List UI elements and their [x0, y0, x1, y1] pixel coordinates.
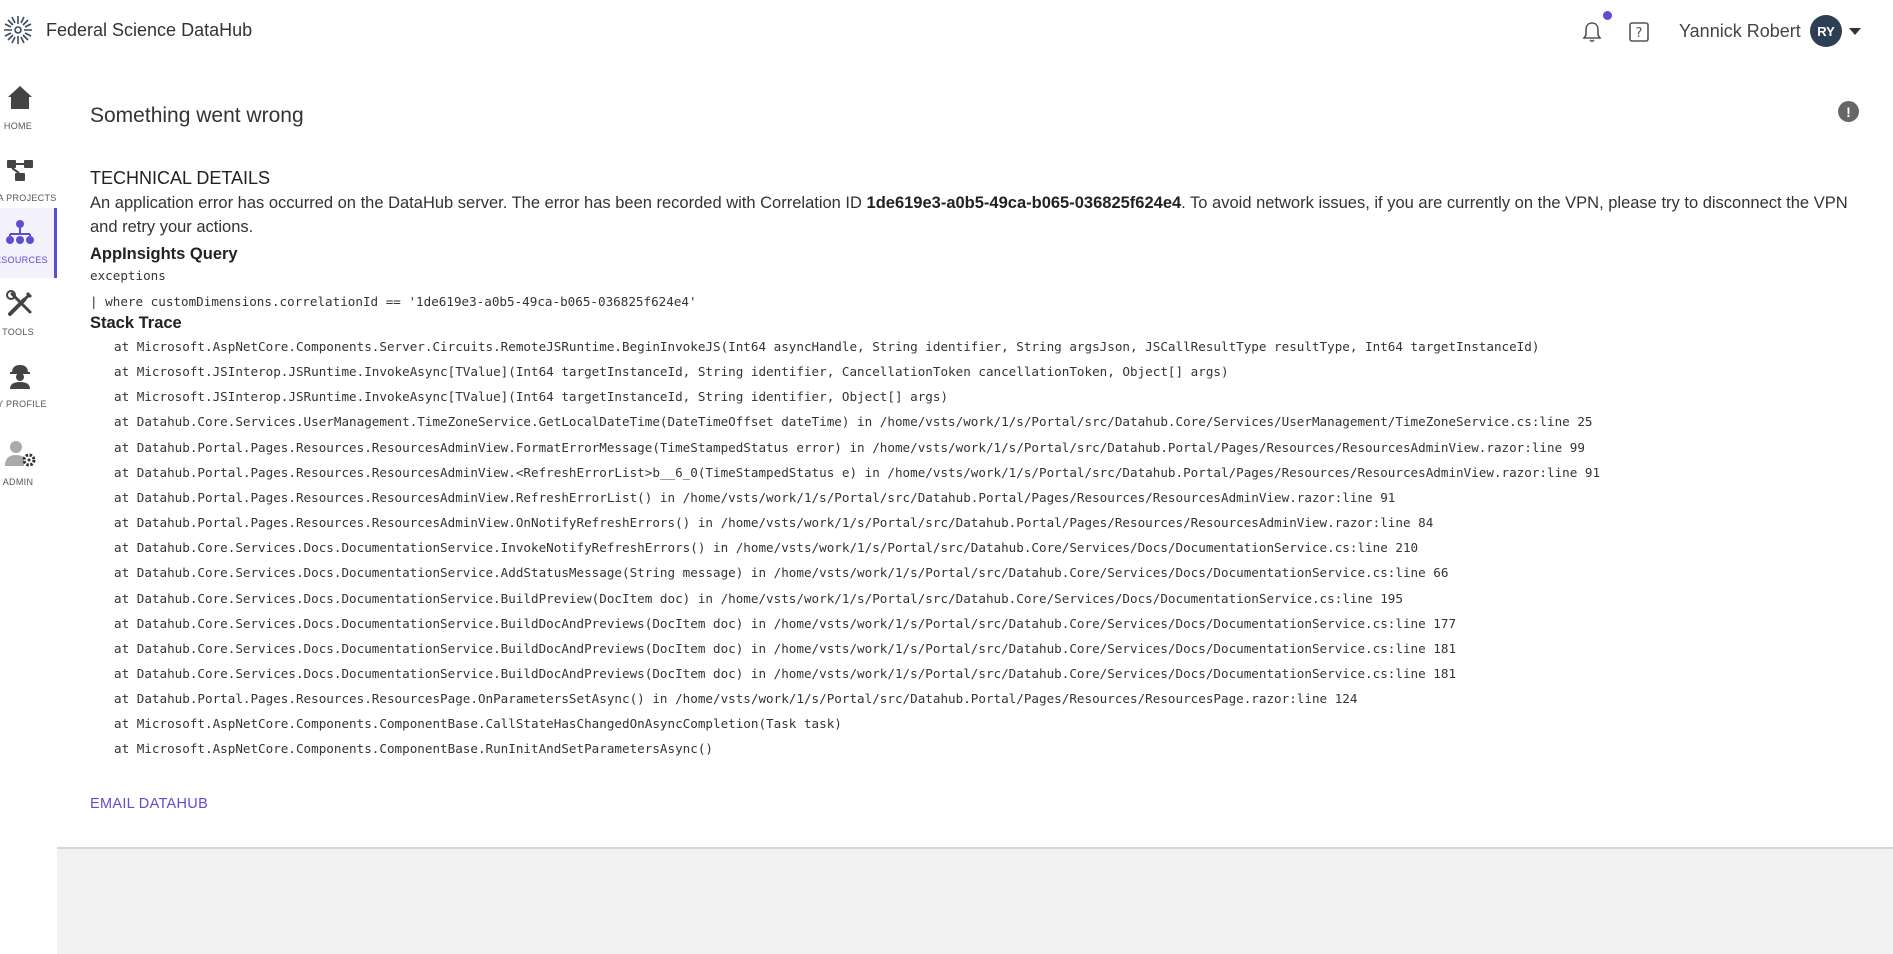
notification-bell-icon[interactable]	[1580, 20, 1604, 44]
query-line: exceptions	[90, 268, 166, 283]
profile-icon	[10, 365, 30, 389]
page-title: Something went wrong	[90, 104, 304, 127]
info-icon[interactable]: !	[1838, 101, 1859, 122]
sidebar-item-data-projects[interactable]: DATA PROJECTS	[0, 146, 57, 216]
notification-dot	[1603, 11, 1612, 20]
stack-trace-line: at Datahub.Core.Services.Docs.Documentat…	[114, 565, 1449, 581]
chevron-down-icon[interactable]	[1849, 28, 1861, 35]
sidebar-item-home[interactable]: HOME	[0, 74, 57, 144]
resources-icon	[6, 220, 34, 244]
correlation-id: 1de619e3-a0b5-49ca-b065-036825f624e4	[866, 194, 1182, 212]
sidebar-item-label: TOOLS	[2, 327, 34, 337]
stack-trace-line: at Datahub.Core.Services.Docs.Documentat…	[114, 640, 1457, 656]
projects-icon	[7, 160, 33, 181]
sidebar-item-tools[interactable]: TOOLS	[0, 280, 57, 350]
stack-trace-line: at Datahub.Core.Services.Docs.Documentat…	[114, 615, 1457, 631]
stack-trace-line: at Microsoft.AspNetCore.Components.Serve…	[114, 339, 1540, 354]
email-datahub-link[interactable]: EMAIL DATAHUB	[90, 796, 208, 812]
stack-trace-heading: Stack Trace	[90, 314, 182, 332]
sidebar-nav: HOME DATA PROJECTS RESOURCES TOOLS	[0, 62, 57, 954]
admin-icon	[5, 441, 36, 467]
appinsights-heading: AppInsights Query	[90, 245, 238, 263]
sidebar-item-label: DATA PROJECTS	[0, 193, 57, 203]
home-icon	[8, 86, 32, 109]
stack-trace-line: at Microsoft.JSInterop.JSRuntime.InvokeA…	[114, 364, 1229, 380]
error-message: An application error has occurred on the…	[90, 191, 1850, 239]
user-avatar[interactable]: RY	[1810, 15, 1842, 47]
stack-trace-line: at Datahub.Core.Services.Docs.Documentat…	[114, 540, 1419, 556]
tools-icon	[6, 290, 33, 316]
stack-trace-line: at Microsoft.AspNetCore.Components.Compo…	[114, 741, 713, 757]
error-prefix: An application error has occurred on the…	[90, 194, 867, 212]
stack-trace-line: at Datahub.Portal.Pages.Resources.Resour…	[114, 515, 1434, 531]
stack-trace-line: at Datahub.Core.Services.Docs.Documentat…	[114, 665, 1457, 681]
stack-trace-line: at Microsoft.AspNetCore.Components.Compo…	[114, 716, 842, 732]
datahub-logo-icon[interactable]	[2, 14, 34, 46]
help-icon[interactable]: ?	[1629, 22, 1649, 42]
top-bar: Federal Science DataHub ? Yannick Robert…	[0, 0, 1893, 62]
sidebar-item-label: MY PROFILE	[0, 399, 47, 409]
stack-trace-line: at Datahub.Portal.Pages.Resources.Resour…	[114, 489, 1396, 505]
sidebar-item-my-profile[interactable]: MY PROFILE	[0, 352, 57, 422]
stack-trace-line: at Datahub.Portal.Pages.Resources.Resour…	[114, 691, 1358, 707]
query-line: | where customDimensions.correlationId =…	[90, 294, 697, 309]
sidebar-item-label: HOME	[3, 121, 33, 131]
stack-trace-line: at Datahub.Portal.Pages.Resources.Resour…	[114, 464, 1601, 480]
app-title[interactable]: Federal Science DataHub	[46, 20, 252, 41]
stack-trace-line: at Datahub.Core.Services.UserManagement.…	[114, 414, 1593, 430]
sidebar-item-resources[interactable]: RESOURCES	[0, 208, 57, 278]
svg-text:?: ?	[1636, 26, 1643, 41]
stack-trace-line: at Microsoft.JSInterop.JSRuntime.InvokeA…	[114, 389, 949, 405]
technical-details-heading: TECHNICAL DETAILS	[90, 168, 271, 188]
footer-area	[57, 849, 1893, 954]
user-name[interactable]: Yannick Robert	[1679, 21, 1801, 42]
stack-trace-line: at Datahub.Portal.Pages.Resources.Resour…	[114, 439, 1585, 455]
stack-trace-line: at Datahub.Core.Services.Docs.Documentat…	[114, 590, 1403, 606]
sidebar-item-admin[interactable]: ADMIN	[0, 430, 57, 500]
sidebar-item-label: RESOURCES	[0, 255, 48, 265]
sidebar-item-label: ADMIN	[2, 477, 34, 487]
